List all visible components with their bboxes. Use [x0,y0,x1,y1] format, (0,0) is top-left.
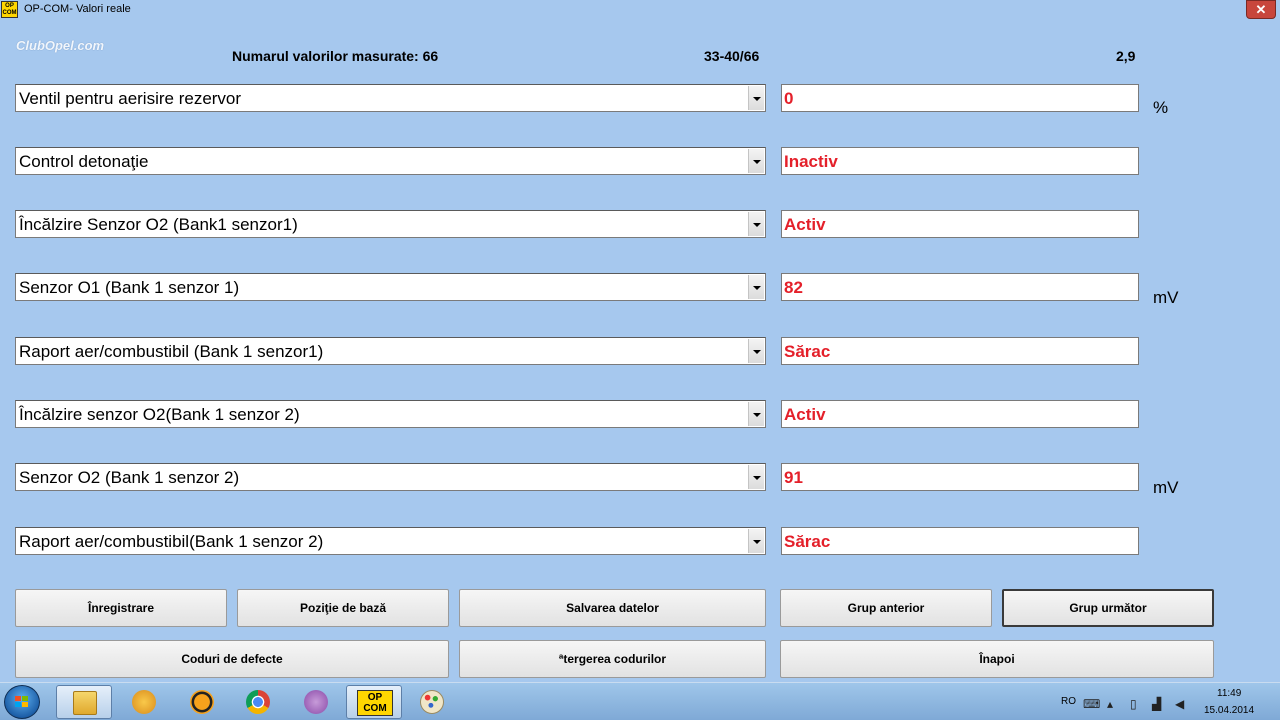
parameter-name: Control detonaţie [19,152,149,171]
parameter-value-4: 82 [781,273,1139,301]
parameter-select-2[interactable]: Control detonaţie [15,147,766,175]
opcom-app-icon: OP COM [1,1,18,18]
folder-icon [73,691,97,715]
fault-codes-button[interactable]: Coduri de defecte [15,640,449,678]
taskbar-opcom[interactable]: OP COM [346,685,402,719]
clear-codes-button[interactable]: ªtergerea codurilor [459,640,766,678]
chrome-icon [246,690,270,714]
save-data-button[interactable]: Salvarea datelor [459,589,766,627]
taskbar-paint[interactable] [404,685,460,719]
parameter-value-7: 91 [781,463,1139,491]
parameter-value-2: Inactiv [781,147,1139,175]
parameter-select-7[interactable]: Senzor O2 (Bank 1 senzor 2) [15,463,766,491]
parameter-select-4[interactable]: Senzor O1 (Bank 1 senzor 1) [15,273,766,301]
parameter-select-6[interactable]: Încălzire senzor O2(Bank 1 senzor 2) [15,400,766,428]
parameter-value-6: Activ [781,400,1139,428]
parameter-name: Ventil pentru aerisire rezervor [19,89,242,108]
taskbar-avast[interactable] [174,685,230,719]
paint-palette-icon [420,690,444,714]
opcom-icon: OP COM [357,690,393,716]
next-group-button[interactable]: Grup următor [1002,589,1214,627]
chevron-down-icon[interactable] [748,339,764,363]
unit-label-1: % [1153,98,1169,117]
show-hidden-icons-icon[interactable]: ▴ [1107,697,1113,711]
chevron-down-icon[interactable] [748,529,764,553]
chevron-down-icon[interactable] [748,275,764,299]
back-button[interactable]: Înapoi [780,640,1214,678]
keyboard-icon[interactable]: ⌨ [1083,697,1100,711]
refresh-rate: 2,9 [1116,48,1136,64]
parameter-name: Senzor O1 (Bank 1 senzor 1) [19,278,240,297]
value-range: 33-40/66 [704,48,760,64]
start-button[interactable] [4,685,40,719]
battery-icon[interactable]: ▯ [1130,697,1137,711]
parameter-select-8[interactable]: Raport aer/combustibil(Bank 1 senzor 2) [15,527,766,555]
value-text: Inactiv [784,152,838,171]
chevron-down-icon[interactable] [748,86,764,110]
parameter-value-5: Sărac [781,337,1139,365]
parameter-name: Senzor O2 (Bank 1 senzor 2) [19,468,240,487]
value-text: Sărac [784,342,831,361]
value-text: Activ [784,405,826,424]
parameter-select-1[interactable]: Ventil pentru aerisire rezervor [15,84,766,112]
watermark-logo: ClubOpel.com [16,38,105,53]
warning-triangle-icon [190,690,214,714]
taskbar-messenger[interactable] [116,685,172,719]
unit-label-4: mV [1153,288,1179,307]
chevron-down-icon[interactable] [748,212,764,236]
signal-icon[interactable]: ▟ [1152,697,1161,711]
unit-label-7: mV [1153,478,1179,497]
taskbar: OP COM RO ⌨ ▴ ▯ ▟ ◀ 11:49 15.04.2014 [0,682,1280,720]
clock-time[interactable]: 11:49 [1217,688,1241,699]
parameter-select-3[interactable]: Încălzire Senzor O2 (Bank1 senzor1) [15,210,766,238]
clock-date[interactable]: 15.04.2014 [1204,705,1254,716]
parameter-name: Încălzire Senzor O2 (Bank1 senzor1) [19,215,298,234]
taskbar-explorer[interactable] [56,685,112,719]
chevron-down-icon[interactable] [748,402,764,426]
windows-logo-icon [15,696,29,708]
value-text: 82 [784,278,803,297]
taskbar-chrome[interactable] [230,685,286,719]
parameter-value-8: Sărac [781,527,1139,555]
close-button[interactable]: ✕ [1246,0,1276,19]
parameter-name: Raport aer/combustibil(Bank 1 senzor 2) [19,532,324,551]
messenger-icon [304,690,328,714]
chevron-down-icon[interactable] [748,149,764,173]
value-text: Activ [784,215,826,234]
base-position-button[interactable]: Poziţie de bază [237,589,449,627]
language-indicator[interactable]: RO [1061,696,1076,707]
value-text: 91 [784,468,803,487]
taskbar-messenger-2[interactable] [288,685,344,719]
chevron-down-icon[interactable] [748,465,764,489]
parameter-value-3: Activ [781,210,1139,238]
parameter-value-1: 0 [781,84,1139,112]
measured-values-count: Numarul valorilor masurate: 66 [232,48,439,64]
parameter-select-5[interactable]: Raport aer/combustibil (Bank 1 senzor1) [15,337,766,365]
value-text: 0 [784,89,794,108]
previous-group-button[interactable]: Grup anterior [780,589,992,627]
messenger-icon [132,690,156,714]
parameter-name: Raport aer/combustibil (Bank 1 senzor1) [19,342,324,361]
record-button[interactable]: Înregistrare [15,589,227,627]
window-title: OP-COM- Valori reale [24,3,131,15]
title-bar: OP COM OP-COM- Valori reale ✕ [0,0,1280,20]
parameter-name: Încălzire senzor O2(Bank 1 senzor 2) [19,405,300,424]
value-text: Sărac [784,532,831,551]
volume-icon[interactable]: ◀ [1175,697,1184,711]
